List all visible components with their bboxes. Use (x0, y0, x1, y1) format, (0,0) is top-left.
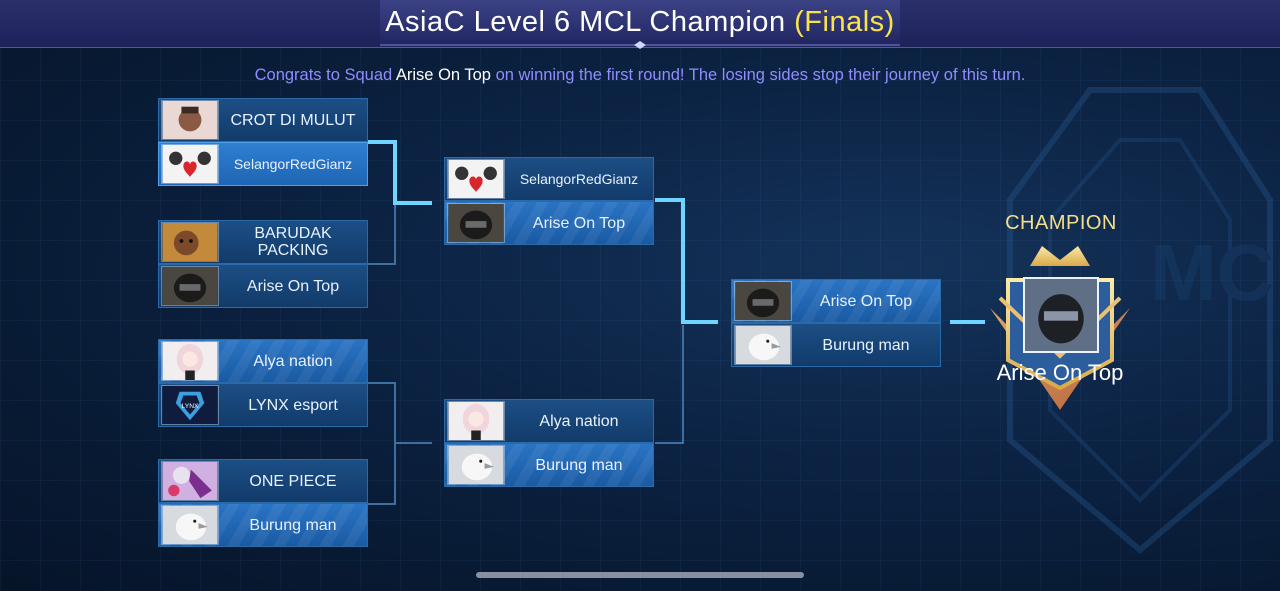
round1-match-1: CROT DI MULUT SelangorRedGianz (158, 98, 368, 186)
team-name: Burung man (822, 336, 910, 354)
message-suffix: on winning the first round! The losing s… (495, 66, 1026, 84)
team-slot[interactable]: ONE PIECE (158, 459, 368, 503)
champion-avatar (1023, 277, 1099, 353)
round1-match-3: Alya nation LYNX LYNX esport (158, 339, 368, 427)
team-slot[interactable]: CROT DI MULUT (158, 98, 368, 142)
round2-match-2: Alya nation Burung man (444, 399, 654, 487)
message-prefix: Congrats to Squad (254, 66, 393, 84)
team-slot[interactable]: LYNX LYNX esport (158, 383, 368, 427)
congrats-message: Congrats to Squad Arise On Top on winnin… (0, 66, 1280, 85)
team-name: CROT DI MULUT (230, 111, 356, 129)
title-main: AsiaC Level 6 MCL Champion (385, 6, 786, 38)
team-name: ONE PIECE (249, 472, 337, 490)
helmet-photo-avatar (161, 266, 219, 306)
white-bird-avatar (447, 445, 505, 485)
anime-art-avatar (161, 461, 219, 501)
team-slot-winner[interactable]: SelangorRedGianz (158, 142, 368, 186)
team-slot-winner[interactable]: Arise On Top (731, 279, 941, 323)
message-team: Arise On Top (395, 66, 491, 84)
white-bird-avatar (161, 505, 219, 545)
cartoon-heart-avatar (161, 144, 219, 184)
cartoon-heart-avatar (447, 159, 505, 199)
champion-label: CHAMPION (1005, 212, 1117, 234)
team-name: Arise On Top (246, 277, 340, 295)
team-name: SelangorRedGianz (233, 155, 353, 172)
team-name: Burung man (535, 456, 623, 474)
team-name: Alya nation (253, 352, 333, 370)
team-name: SelangorRedGianz (519, 170, 639, 187)
team-slot-winner[interactable]: Arise On Top (444, 201, 654, 245)
helmet-photo-avatar (734, 281, 792, 321)
team-slot-winner[interactable]: Alya nation (158, 339, 368, 383)
team-slot[interactable]: Burung man (731, 323, 941, 367)
round2-match-1: SelangorRedGianz Arise On Top (444, 157, 654, 245)
team-name: LYNX esport (248, 396, 338, 414)
person-photo-avatar (161, 222, 219, 262)
team-slot-winner[interactable]: Burung man (158, 503, 368, 547)
team-slot[interactable]: SelangorRedGianz (444, 157, 654, 201)
team-slot[interactable]: BARUDAK PACKING (158, 220, 368, 264)
round1-match-4: ONE PIECE Burung man (158, 459, 368, 547)
home-indicator-bar[interactable] (476, 572, 804, 578)
page-title: AsiaC Level 6 MCL Champion (Finals) (0, 6, 1280, 39)
helmet-photo-avatar (447, 203, 505, 243)
team-slot[interactable]: Alya nation (444, 399, 654, 443)
team-slot-winner[interactable]: Burung man (444, 443, 654, 487)
anime-girl-avatar (161, 341, 219, 381)
team-name: Alya nation (539, 412, 619, 430)
lynx-logo-avatar: LYNX (161, 385, 219, 425)
white-bird-avatar (734, 325, 792, 365)
title-finals: (Finals) (794, 6, 895, 38)
team-name: Arise On Top (819, 292, 913, 310)
team-name: Arise On Top (532, 214, 626, 232)
person-photo-avatar (161, 100, 219, 140)
final-match: Arise On Top Burung man (731, 279, 941, 367)
title-underline-decoration (380, 41, 900, 49)
team-name: Burung man (249, 516, 337, 534)
champion-name: Arise On Top (996, 360, 1124, 385)
round1-match-2: BARUDAK PACKING Arise On Top (158, 220, 368, 308)
anime-girl-avatar (447, 401, 505, 441)
team-slot[interactable]: Arise On Top (158, 264, 368, 308)
svg-text:LYNX: LYNX (182, 403, 199, 410)
svg-text:MCL: MCL (1150, 228, 1280, 317)
team-name: BARUDAK PACKING (254, 225, 332, 259)
